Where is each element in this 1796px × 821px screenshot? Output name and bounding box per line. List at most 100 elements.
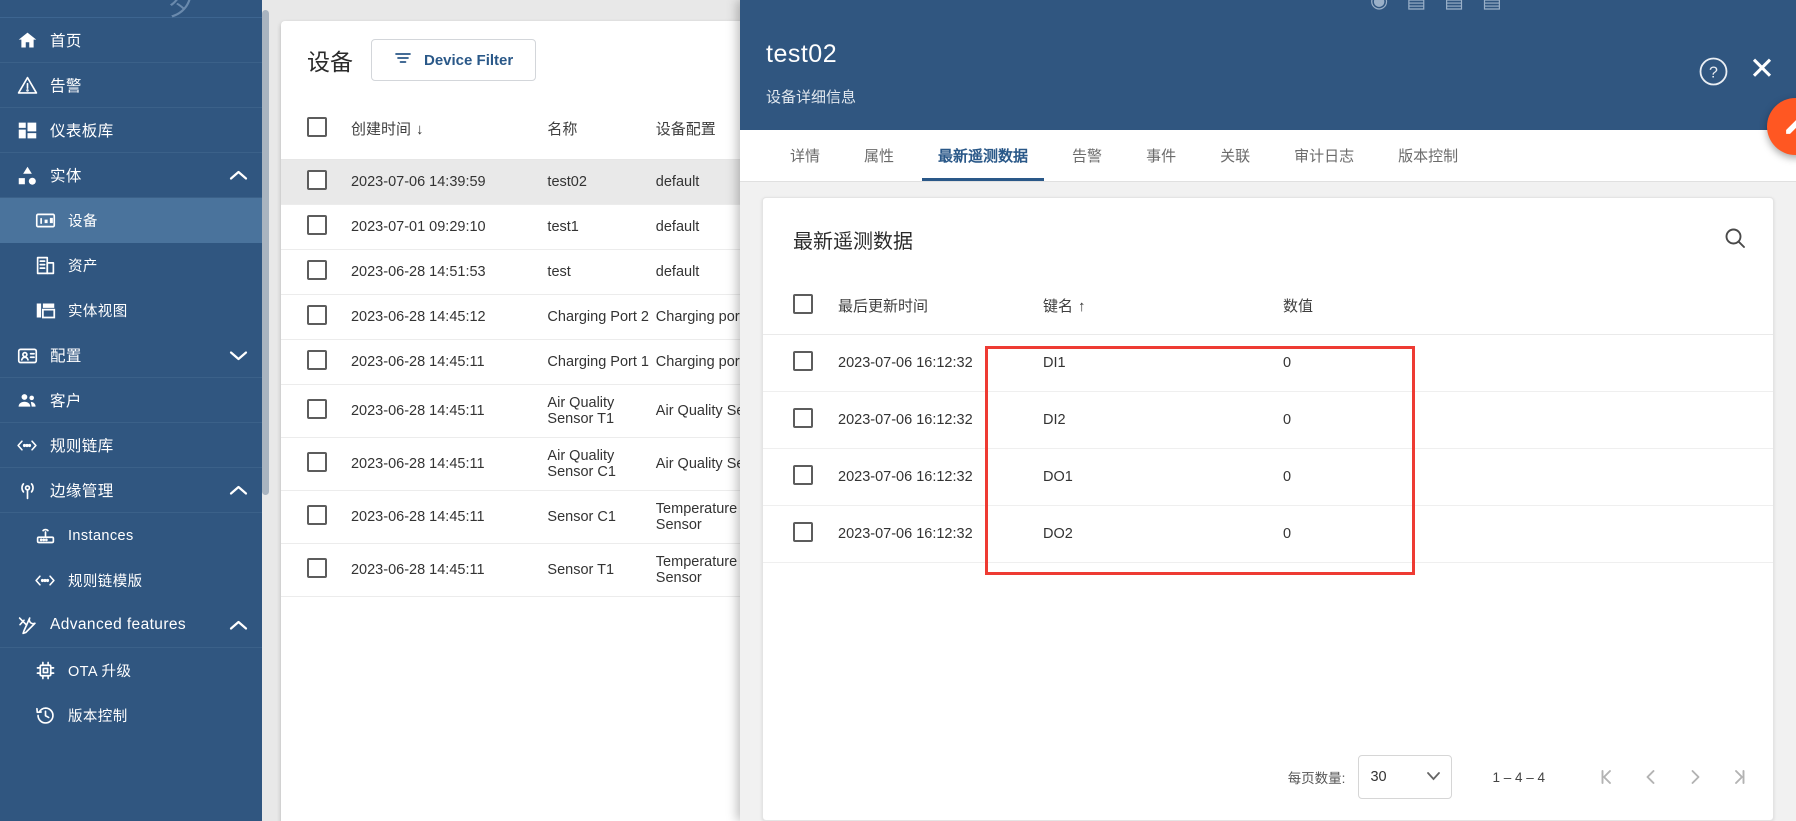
chevron-down-icon[interactable] <box>228 349 248 362</box>
tab-2[interactable]: 最新遥测数据 <box>916 130 1050 181</box>
table-row[interactable]: 2023-07-06 16:12:32 DI1 0 <box>763 334 1773 392</box>
table-row[interactable]: 2023-06-28 14:45:11 Air Quality Sensor C1… <box>281 437 740 491</box>
cell-created: 2023-07-06 14:39:59 <box>350 159 548 205</box>
row-checkbox[interactable] <box>307 451 327 472</box>
sidebar-item-10[interactable]: 边缘管理 <box>0 468 262 513</box>
table-row[interactable]: 2023-07-01 09:29:10 test1 default <box>281 204 740 250</box>
first-page-icon[interactable] <box>1585 755 1629 799</box>
device-list-title: 设备 <box>307 49 353 75</box>
row-checkbox[interactable] <box>793 350 813 371</box>
cell-name: test1 <box>547 204 656 250</box>
help-circle-icon[interactable]: ? <box>1699 57 1728 86</box>
sidebar-item-12[interactable]: 规则链模版 <box>0 558 262 603</box>
window-top-chrome-strip: ◉▤▤▤ <box>1330 0 1796 16</box>
sidebar-item-2[interactable]: 仪表板库 <box>0 108 262 153</box>
row-select-cell <box>763 448 838 506</box>
sidebar-item-1[interactable]: 告警 <box>0 63 262 108</box>
tab-3[interactable]: 告警 <box>1050 130 1124 181</box>
next-page-icon[interactable] <box>1673 755 1717 799</box>
table-row[interactable]: 2023-07-06 16:12:32 DO1 0 <box>763 448 1773 506</box>
row-select-cell <box>281 204 351 250</box>
tab-4[interactable]: 事件 <box>1124 130 1198 181</box>
sidebar-item-label: 边缘管理 <box>50 483 114 500</box>
sidebar-item-3[interactable]: 实体 <box>0 153 262 198</box>
customers-people-icon <box>16 389 38 411</box>
router-icon <box>34 525 56 547</box>
prev-page-icon[interactable] <box>1629 755 1673 799</box>
table-row[interactable]: 2023-06-28 14:45:11 Air Quality Sensor T1… <box>281 384 740 438</box>
items-per-page-select[interactable]: 30 <box>1358 755 1453 799</box>
device-filter-button[interactable]: Device Filter <box>371 39 537 81</box>
table-row[interactable]: 2023-07-06 16:12:32 DI2 0 <box>763 391 1773 449</box>
sidebar-item-11[interactable]: Instances <box>0 513 262 558</box>
cell-name: Air Quality Sensor C1 <box>547 437 656 491</box>
row-checkbox[interactable] <box>307 504 327 525</box>
table-row[interactable]: 2023-07-06 14:39:59 test02 default <box>281 159 740 205</box>
cell-profile: Air Quality Sensor <box>655 437 740 491</box>
row-checkbox[interactable] <box>307 304 327 325</box>
tab-7[interactable]: 版本控制 <box>1376 130 1480 181</box>
row-checkbox[interactable] <box>307 398 327 419</box>
sidebar-item-label: 资产 <box>68 259 98 275</box>
cell-name: test02 <box>547 159 656 205</box>
cell-profile: default <box>655 159 740 205</box>
sidebar-item-label: 仪表板库 <box>50 123 114 140</box>
sort-asc-icon: ↑ <box>1078 298 1086 316</box>
telemetry-col-updated[interactable]: 最后更新时间 <box>838 278 1043 335</box>
sidebar-item-6[interactable]: 实体视图 <box>0 288 262 333</box>
tab-label: 版本控制 <box>1398 148 1459 165</box>
sidebar-item-9[interactable]: 规则链库 <box>0 423 262 468</box>
table-row[interactable]: 2023-06-28 14:45:11 Sensor T1 Temperature … <box>281 543 740 597</box>
sidebar-item-label: OTA 升级 <box>68 664 132 680</box>
telemetry-col-key[interactable]: 键名 ↑ <box>1043 278 1283 335</box>
tab-0[interactable]: 详情 <box>768 130 842 181</box>
dashboard-grid-icon <box>16 119 38 141</box>
chevron-up-icon[interactable] <box>228 619 248 632</box>
cell-created: 2023-06-28 14:45:11 <box>350 543 548 597</box>
sidebar-item-15[interactable]: 版本控制 <box>0 693 262 738</box>
device-col-name[interactable]: 名称 <box>547 99 656 160</box>
chevron-up-icon[interactable] <box>228 484 248 497</box>
table-row[interactable]: 2023-07-06 16:12:32 DO2 0 <box>763 505 1773 563</box>
table-row[interactable]: 2023-06-28 14:45:11 Sensor C1 Temperature … <box>281 490 740 544</box>
tab-label: 事件 <box>1146 148 1177 165</box>
row-checkbox[interactable] <box>307 349 327 370</box>
tab-1[interactable]: 属性 <box>842 130 916 181</box>
device-select-all-header <box>281 99 351 160</box>
row-checkbox[interactable] <box>793 464 813 485</box>
cell-created: 2023-06-28 14:45:12 <box>350 294 548 340</box>
row-checkbox[interactable] <box>307 557 327 578</box>
row-checkbox[interactable] <box>307 169 327 190</box>
cell-created: 2023-06-28 14:51:53 <box>350 249 548 295</box>
search-icon[interactable] <box>1723 226 1747 255</box>
cell-profile: Charging port <box>655 294 740 340</box>
sidebar-item-5[interactable]: 资产 <box>0 243 262 288</box>
device-table-header-row: 创建时间 ↓ 名称 设备配置 <box>281 99 740 160</box>
chevron-up-icon[interactable] <box>228 169 248 182</box>
table-row[interactable]: 2023-06-28 14:51:53 test default <box>281 249 740 295</box>
device-col-created[interactable]: 创建时间 ↓ <box>350 99 548 160</box>
sidebar-item-13[interactable]: Advanced features <box>0 603 262 648</box>
sidebar-item-8[interactable]: 客户 <box>0 378 262 423</box>
row-checkbox[interactable] <box>307 214 327 235</box>
last-page-icon[interactable] <box>1717 755 1761 799</box>
close-icon[interactable]: ✕ <box>1747 53 1777 84</box>
tab-5[interactable]: 关联 <box>1198 130 1272 181</box>
row-checkbox[interactable] <box>793 407 813 428</box>
telemetry-select-all-checkbox[interactable] <box>793 293 813 314</box>
device-list-scrollbar[interactable] <box>262 10 269 495</box>
sidebar-item-14[interactable]: OTA 升级 <box>0 648 262 693</box>
telemetry-col-value[interactable]: 数值 <box>1283 278 1773 335</box>
table-row[interactable]: 2023-06-28 14:45:11 Charging Port 1 Chargi… <box>281 339 740 385</box>
table-row[interactable]: 2023-06-28 14:45:12 Charging Port 2 Chargi… <box>281 294 740 340</box>
sidebar-item-4[interactable]: 设备 <box>0 198 262 243</box>
row-checkbox[interactable] <box>793 521 813 542</box>
row-select-cell <box>763 391 838 449</box>
select-all-checkbox[interactable] <box>307 116 327 137</box>
device-col-profile[interactable]: 设备配置 <box>655 99 740 160</box>
row-checkbox[interactable] <box>307 259 327 280</box>
sidebar-item-0[interactable]: 首页 <box>0 18 262 63</box>
tab-6[interactable]: 审计日志 <box>1272 130 1376 181</box>
cell-created: 2023-06-28 14:45:11 <box>350 384 548 438</box>
sidebar-item-7[interactable]: 配置 <box>0 333 262 378</box>
